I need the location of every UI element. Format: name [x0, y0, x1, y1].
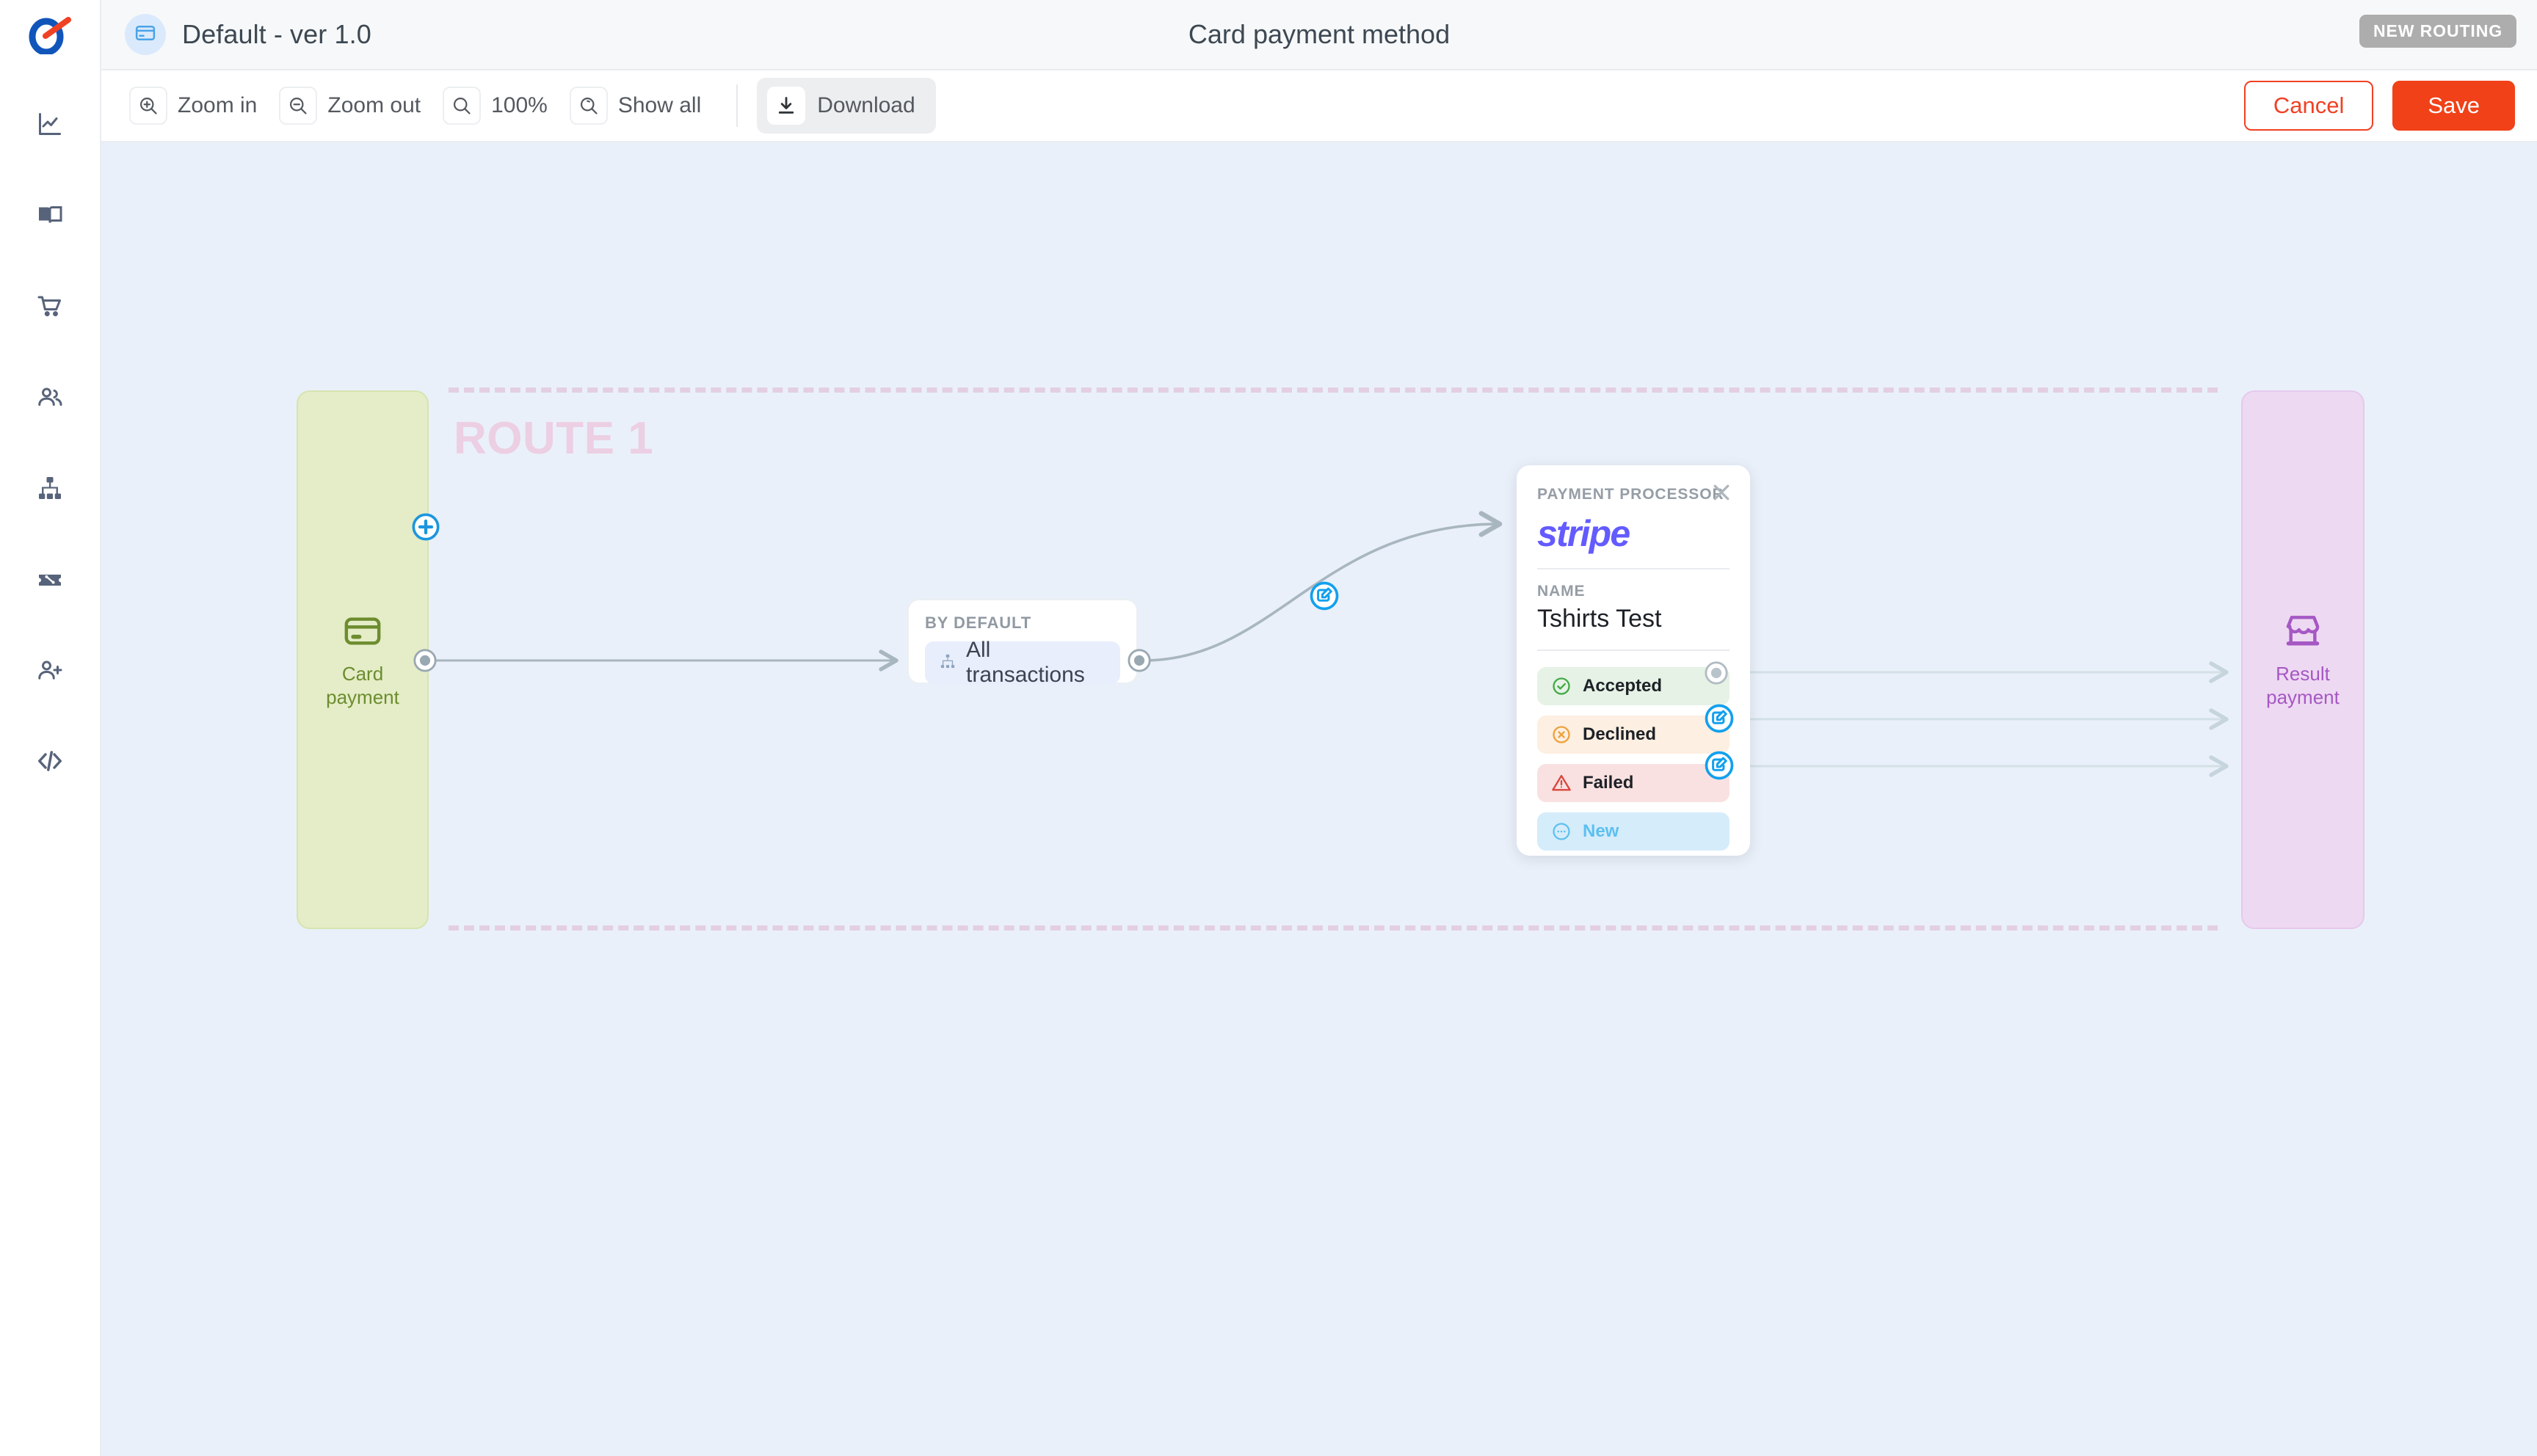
main-area: Default - ver 1.0 Card payment method NE…	[101, 0, 2537, 1456]
output-port-accepted[interactable]	[1704, 660, 1729, 685]
document-title: Default - ver 1.0	[182, 19, 371, 49]
zoom-reset-icon	[443, 87, 482, 125]
credit-card-icon	[342, 611, 383, 655]
doc-credit-card-badge	[125, 14, 166, 55]
edit-connection-button-declined[interactable]	[1704, 703, 1735, 734]
processor-divider-top	[1537, 568, 1730, 569]
header-left: Default - ver 1.0	[101, 14, 371, 55]
name-caption: NAME	[1537, 583, 1586, 600]
sidebar-item-promotions[interactable]	[27, 556, 73, 602]
sitemap-small-icon	[940, 653, 956, 673]
end-node-result-payment[interactable]: Result payment	[2241, 390, 2364, 929]
output-port-condition[interactable]	[1127, 648, 1152, 673]
processor-caption: PAYMENT PROCESSOR	[1537, 486, 1724, 503]
users-icon	[37, 384, 63, 410]
processor-divider-bottom	[1537, 649, 1730, 651]
storefront-icon	[2282, 611, 2323, 655]
end-node-label: Result payment	[2266, 662, 2340, 708]
zoom-in-label: Zoom in	[178, 93, 258, 117]
zoom-out-icon	[279, 87, 318, 125]
zoom-level-label: 100%	[491, 93, 548, 117]
cancel-button[interactable]: Cancel	[2243, 81, 2374, 131]
download-label: Download	[817, 93, 915, 117]
add-branch-button[interactable]	[411, 512, 440, 542]
condition-chip[interactable]: All transactions	[925, 638, 1120, 687]
check-circle-icon	[1550, 675, 1572, 697]
status-row-failed[interactable]: Failed	[1537, 764, 1730, 802]
end-node-content: Result payment	[2266, 611, 2340, 709]
app-root: Default - ver 1.0 Card payment method NE…	[0, 0, 2537, 1456]
connector-layer	[429, 511, 2229, 777]
output-port-start[interactable]	[413, 648, 438, 673]
status-row-new[interactable]: New	[1537, 812, 1730, 851]
top-header: Default - ver 1.0 Card payment method NE…	[101, 0, 2537, 70]
start-node-content: Card payment	[326, 611, 399, 709]
sidebar-item-customers[interactable]	[27, 374, 73, 420]
status-label: Accepted	[1583, 676, 1663, 696]
credit-card-icon	[134, 22, 156, 48]
show-all-icon	[569, 87, 608, 125]
status-label: New	[1583, 821, 1619, 841]
zoom-out-button[interactable]: Zoom out	[273, 81, 437, 131]
show-all-button[interactable]: Show all	[564, 81, 717, 131]
sidebar-item-team[interactable]	[27, 647, 73, 693]
status-badge: NEW ROUTING	[2359, 15, 2516, 48]
sitemap-icon	[37, 475, 63, 501]
sidebar-item-analytics[interactable]	[27, 101, 73, 147]
shopping-cart-icon	[37, 293, 63, 319]
toolbar-actions: Cancel Save	[2243, 81, 2515, 131]
condition-node-caption: BY DEFAULT	[925, 614, 1032, 632]
download-icon	[767, 87, 806, 125]
route-label: ROUTE 1	[454, 413, 654, 464]
start-node-label: Card payment	[326, 662, 399, 708]
close-icon[interactable]	[1709, 480, 1734, 505]
show-all-label: Show all	[617, 93, 702, 117]
stripe-logo: stripe	[1537, 513, 1630, 554]
warning-triangle-icon	[1550, 772, 1572, 794]
code-icon	[37, 748, 63, 774]
zoom-out-label: Zoom out	[327, 93, 421, 117]
routing-canvas[interactable]: ROUTE 1 Card payment Result payment BY D…	[101, 142, 2537, 1456]
canvas-toolbar: Zoom in Zoom out 100% Show all Download …	[101, 70, 2537, 142]
toolbar-divider	[736, 84, 738, 127]
edit-connection-button-curve[interactable]	[1309, 580, 1340, 611]
x-circle-icon	[1550, 724, 1572, 746]
sidebar-items	[27, 70, 73, 784]
condition-chip-label: All transactions	[966, 638, 1085, 687]
page-title: Card payment method	[1188, 19, 1451, 49]
processor-name-value: Tshirts Test	[1537, 605, 1662, 633]
sidebar-item-catalog[interactable]	[27, 192, 73, 238]
book-icon	[37, 202, 63, 228]
edit-connection-button-failed[interactable]	[1704, 750, 1735, 781]
status-label: Declined	[1583, 724, 1657, 744]
status-row-declined[interactable]: Declined	[1537, 716, 1730, 754]
zoom-level-button[interactable]: 100%	[437, 81, 564, 131]
analytics-chart-icon	[37, 111, 63, 137]
add-user-icon	[37, 657, 63, 683]
start-node-card-payment[interactable]: Card payment	[297, 390, 429, 929]
save-button[interactable]: Save	[2392, 81, 2515, 131]
sidebar-item-routing[interactable]	[27, 465, 73, 511]
zoom-in-button[interactable]: Zoom in	[123, 81, 273, 131]
discount-ticket-icon	[37, 566, 63, 592]
sidebar-item-developers[interactable]	[27, 738, 73, 784]
sidebar-item-orders[interactable]	[27, 283, 73, 329]
app-logo[interactable]	[0, 0, 100, 70]
status-row-accepted[interactable]: Accepted	[1537, 667, 1730, 705]
download-button[interactable]: Download	[757, 78, 936, 134]
status-list: Accepted Declined Failed New	[1537, 667, 1730, 851]
zoom-in-icon	[129, 87, 167, 125]
sidebar	[0, 0, 101, 1456]
status-label: Failed	[1583, 773, 1634, 793]
dots-circle-icon	[1550, 820, 1572, 842]
condition-node-by-default[interactable]: BY DEFAULT All transactions	[907, 599, 1138, 687]
